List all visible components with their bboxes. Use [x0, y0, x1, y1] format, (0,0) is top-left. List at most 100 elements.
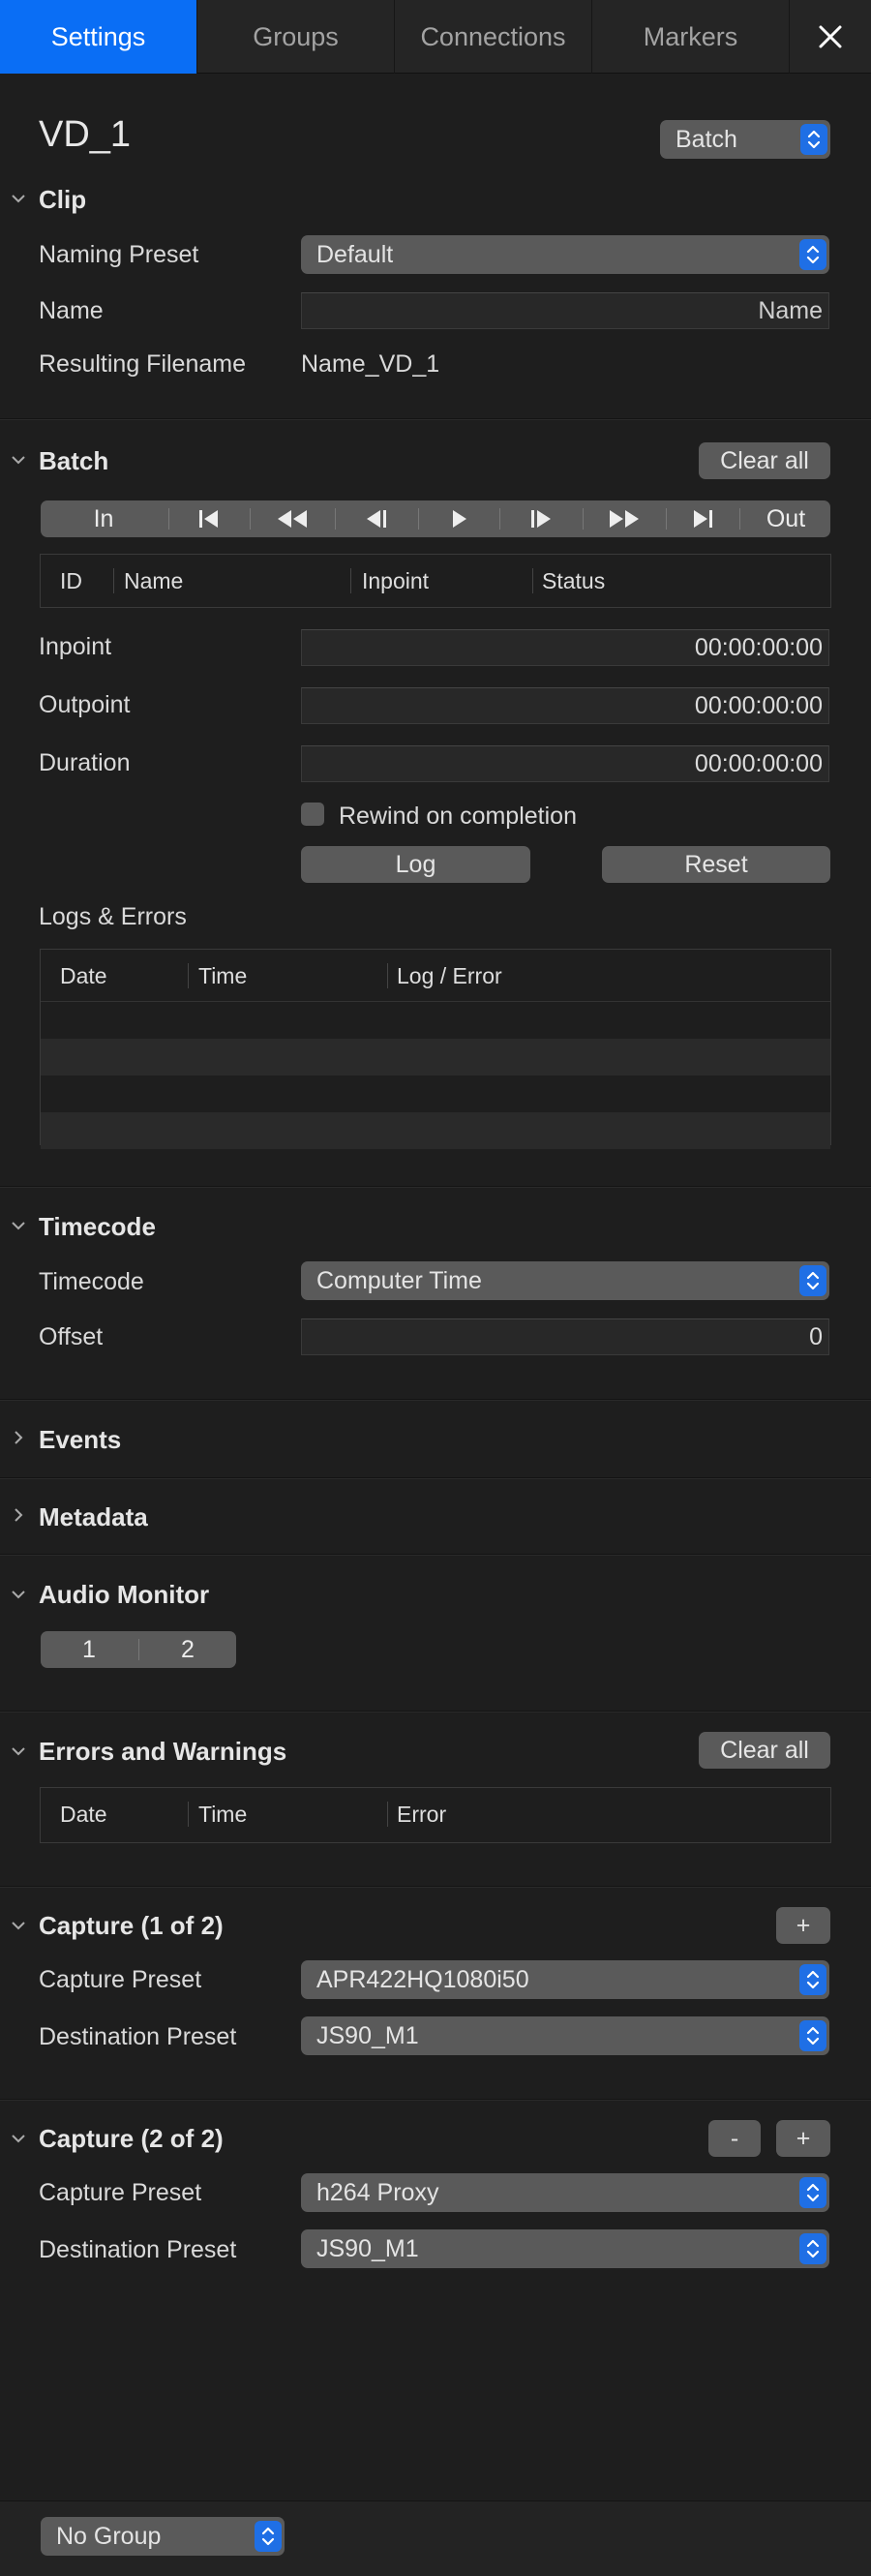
inpoint-field[interactable]: 00:00:00:00	[301, 629, 829, 666]
step-back-button[interactable]	[337, 500, 416, 537]
mode-select-value: Batch	[676, 125, 737, 153]
chevron-right-icon[interactable]	[10, 1506, 27, 1524]
duration-field[interactable]: 00:00:00:00	[301, 745, 829, 782]
audio-monitor-section-title[interactable]: Audio Monitor	[39, 1580, 209, 1610]
resulting-filename-value: Name_VD_1	[301, 350, 440, 378]
tab-groups[interactable]: Groups	[197, 0, 395, 74]
divider	[0, 418, 871, 419]
divider	[0, 1554, 871, 1555]
metadata-section-title[interactable]: Metadata	[39, 1502, 148, 1532]
stepper-icon	[799, 2233, 826, 2264]
capture-2-section-title[interactable]: Capture (2 of 2)	[39, 2124, 224, 2154]
outpoint-field[interactable]: 00:00:00:00	[301, 687, 829, 724]
divider	[0, 1399, 871, 1400]
resulting-filename-label: Resulting Filename	[39, 350, 246, 378]
chevron-right-icon[interactable]	[10, 1429, 27, 1446]
timecode-value: Computer Time	[316, 1266, 482, 1294]
close-button[interactable]	[790, 0, 871, 73]
chevron-down-icon[interactable]	[10, 1586, 27, 1603]
add-capture-button[interactable]: +	[776, 1907, 830, 1944]
destination-preset-select[interactable]: JS90_M1	[301, 2229, 829, 2268]
go-to-start-button[interactable]	[170, 500, 248, 537]
tab-connections[interactable]: Connections	[395, 0, 592, 74]
table-row	[41, 1076, 830, 1112]
column-header-date[interactable]: Date	[60, 1788, 107, 1840]
reset-button[interactable]: Reset	[602, 846, 830, 883]
mode-select[interactable]: Batch	[660, 120, 830, 159]
events-section-title[interactable]: Events	[39, 1425, 121, 1455]
chevron-down-icon[interactable]	[10, 190, 27, 207]
inpoint-label: Inpoint	[39, 633, 112, 660]
batch-clear-all-button[interactable]: Clear all	[699, 442, 830, 479]
chevron-down-icon[interactable]	[10, 1917, 27, 1934]
tab-markers[interactable]: Markers	[592, 0, 790, 74]
column-header-status[interactable]: Status	[542, 555, 605, 607]
naming-preset-value: Default	[316, 240, 394, 268]
fast-forward-button[interactable]	[585, 500, 664, 537]
naming-preset-select[interactable]: Default	[301, 235, 829, 274]
column-header-time[interactable]: Time	[198, 950, 247, 1002]
chevron-down-icon[interactable]	[10, 2130, 27, 2147]
logs-table: Date Time Log / Error	[40, 949, 831, 1149]
step-forward-button[interactable]	[501, 500, 581, 537]
capture-preset-select[interactable]: APR422HQ1080i50	[301, 1960, 829, 1999]
timecode-section-title[interactable]: Timecode	[39, 1212, 156, 1242]
errors-section-title[interactable]: Errors and Warnings	[39, 1737, 286, 1767]
logs-errors-label: Logs & Errors	[39, 903, 187, 930]
errors-clear-all-button[interactable]: Clear all	[699, 1732, 830, 1769]
column-header-id[interactable]: ID	[60, 555, 82, 607]
rewind-label: Rewind on completion	[339, 803, 577, 830]
rewind-button[interactable]	[252, 500, 333, 537]
column-header-error[interactable]: Error	[397, 1788, 446, 1840]
name-label: Name	[39, 297, 104, 324]
capture-preset-label: Capture Preset	[39, 1966, 202, 1993]
rewind-checkbox[interactable]	[301, 803, 324, 826]
column-header-name[interactable]: Name	[124, 555, 183, 607]
column-header-inpoint[interactable]: Inpoint	[362, 555, 429, 607]
transport-out-button[interactable]: Out	[741, 500, 830, 537]
tab-settings[interactable]: Settings	[0, 0, 197, 74]
inpoint-value: 00:00:00:00	[694, 633, 823, 661]
go-to-end-button[interactable]	[668, 500, 737, 537]
divider	[0, 1186, 871, 1187]
capture-1-section-title[interactable]: Capture (1 of 2)	[39, 1911, 224, 1941]
chevron-down-icon[interactable]	[10, 1743, 27, 1760]
table-row	[41, 1112, 830, 1149]
capture-preset-select[interactable]: h264 Proxy	[301, 2173, 829, 2212]
stepper-icon	[799, 2020, 826, 2051]
divider	[0, 1886, 871, 1887]
offset-field[interactable]: 0	[301, 1318, 829, 1355]
outpoint-value: 00:00:00:00	[694, 691, 823, 719]
step-forward-icon	[531, 510, 551, 528]
play-button[interactable]	[420, 500, 497, 537]
group-select[interactable]: No Group	[41, 2517, 285, 2556]
chevron-down-icon[interactable]	[10, 451, 27, 469]
tab-bar: Settings Groups Connections Markers	[0, 0, 871, 74]
column-header-time[interactable]: Time	[198, 1788, 247, 1840]
play-icon	[453, 510, 466, 528]
transport-in-button[interactable]: In	[41, 500, 166, 537]
timecode-select[interactable]: Computer Time	[301, 1261, 829, 1300]
column-header-log-error[interactable]: Log / Error	[397, 950, 502, 1002]
remove-capture-button[interactable]: -	[708, 2120, 761, 2157]
column-header-date[interactable]: Date	[60, 950, 107, 1002]
destination-preset-select[interactable]: JS90_M1	[301, 2016, 829, 2055]
audio-channel-1-button[interactable]: 1	[41, 1631, 137, 1668]
audio-channel-2-button[interactable]: 2	[139, 1631, 236, 1668]
stepper-icon	[800, 124, 827, 155]
batch-section-title[interactable]: Batch	[39, 446, 108, 476]
group-select-value: No Group	[56, 2522, 162, 2550]
log-button[interactable]: Log	[301, 846, 530, 883]
transport-bar: In Out	[41, 500, 830, 537]
go-to-end-icon	[694, 510, 712, 528]
destination-preset-label: Destination Preset	[39, 2236, 237, 2263]
destination-preset-label: Destination Preset	[39, 2023, 237, 2050]
clip-section-title[interactable]: Clip	[39, 185, 86, 215]
fast-forward-icon	[610, 510, 639, 528]
batch-table: ID Name Inpoint Status	[40, 554, 831, 608]
add-capture-button[interactable]: +	[776, 2120, 830, 2157]
duration-value: 00:00:00:00	[694, 749, 823, 777]
name-input[interactable]: Name	[301, 292, 829, 329]
chevron-down-icon[interactable]	[10, 1217, 27, 1234]
divider	[0, 1711, 871, 1712]
